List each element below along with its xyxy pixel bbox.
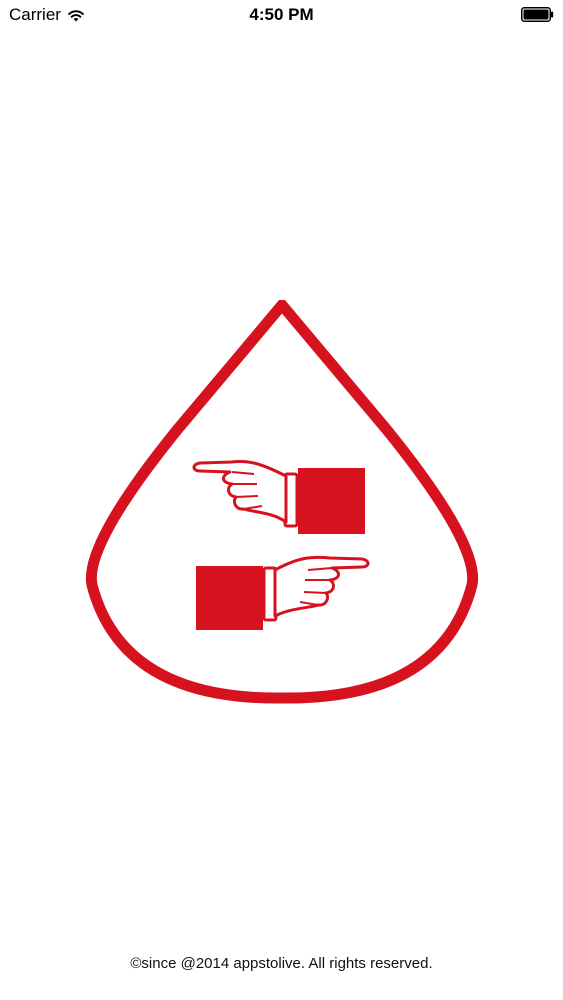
right-pointing-hand-icon: [196, 555, 370, 630]
status-time: 4:50 PM: [249, 5, 314, 24]
copyright-footer: ©since @2014 appstolive. All rights rese…: [130, 955, 433, 972]
pointing-hands-drop-logo: [85, 300, 479, 704]
status-bar: Carrier 4:50 PM: [0, 0, 563, 30]
battery-icon: [521, 7, 554, 22]
left-pointing-hand-icon: [192, 460, 365, 534]
